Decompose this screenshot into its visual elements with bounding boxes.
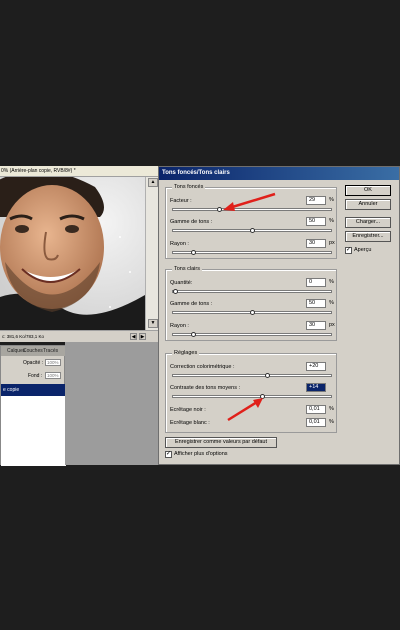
adjustments-group-label: Réglages <box>172 350 200 357</box>
shadows-radius-input[interactable]: 30 <box>306 239 326 248</box>
highlights-tonal-slider[interactable] <box>172 310 332 315</box>
color-correction-slider[interactable] <box>172 373 332 378</box>
color-correction-label: Correction colorimétrique : <box>170 364 235 370</box>
layers-list <box>1 396 66 466</box>
black-clip-label: Ecrêtage noir : <box>170 407 206 413</box>
shadows-tonal-unit: % <box>329 218 334 224</box>
shadows-amount-unit: % <box>329 197 334 203</box>
slider-thumb[interactable] <box>249 310 255 315</box>
dialog-title: Tons foncés/Tons clairs <box>159 167 399 180</box>
document-size-text: c: 381,6 Ko/783,1 Ko <box>2 334 45 339</box>
cancel-button[interactable]: Annuler <box>345 199 391 210</box>
shadows-radius-label: Rayon : <box>170 241 189 247</box>
shadows-amount-label: Facteur : <box>170 198 192 204</box>
highlights-amount-slider[interactable] <box>172 289 332 294</box>
save-button[interactable]: Enregistrer... <box>345 231 391 242</box>
document-status-bar: c: 381,6 Ko/783,1 Ko ◀ ▶ <box>0 330 160 342</box>
shadows-tonal-input[interactable]: 50 <box>306 217 326 226</box>
fill-input[interactable]: 100% <box>45 372 61 379</box>
scroll-up-icon[interactable]: ▲ <box>148 178 158 187</box>
portrait-photo <box>0 170 145 330</box>
slider-thumb[interactable] <box>264 373 270 378</box>
highlights-radius-label: Rayon : <box>170 323 189 329</box>
layers-tabbar: Calques Couches Tracés <box>1 346 66 356</box>
opacity-label: Opacité : <box>23 360 44 366</box>
load-button[interactable]: Charger... <box>345 217 391 228</box>
red-arrow-icon <box>227 398 263 422</box>
highlights-tonal-unit: % <box>329 300 334 306</box>
shadows-amount-input[interactable]: 29 <box>306 196 326 205</box>
more-options-label: Afficher plus d'options <box>174 451 228 457</box>
tab-traces[interactable]: Tracés <box>41 347 60 356</box>
save-as-defaults-button[interactable]: Enregistrer comme valeurs par défaut <box>165 437 277 448</box>
highlights-radius-input[interactable]: 30 <box>306 321 326 330</box>
highlights-group: Tons clairs Quantité: 0 % Gamme de tons … <box>165 266 337 341</box>
slider-thumb[interactable] <box>191 250 197 255</box>
more-options-checkbox[interactable]: ✓ <box>165 451 172 458</box>
midtone-contrast-input[interactable]: +14 <box>306 383 326 392</box>
highlights-tonal-label: Gamme de tons : <box>170 301 213 307</box>
slider-thumb[interactable] <box>191 332 197 337</box>
highlights-group-label: Tons clairs <box>172 266 202 273</box>
selected-layer[interactable]: e copie <box>1 384 66 396</box>
shadows-tonal-slider[interactable] <box>172 228 332 233</box>
fill-row: Fond : 100% <box>1 371 66 381</box>
color-correction-input[interactable]: +20 <box>306 362 326 371</box>
shadows-radius-slider[interactable] <box>172 250 332 255</box>
highlights-radius-slider[interactable] <box>172 332 332 337</box>
opacity-row: Opacité : 100% <box>1 358 66 368</box>
slider-thumb[interactable] <box>249 228 255 233</box>
highlights-radius-unit: px <box>329 322 335 328</box>
portrait-image <box>0 170 145 330</box>
shadows-highlights-dialog: Tons foncés/Tons clairs Tons foncés Fact… <box>158 166 400 465</box>
slider-thumb[interactable] <box>173 289 178 294</box>
highlights-amount-unit: % <box>329 279 334 285</box>
preview-label: Aperçu <box>354 247 372 253</box>
black-clip-input[interactable]: 0,01 <box>306 405 326 414</box>
opacity-input[interactable]: 100% <box>45 359 61 366</box>
highlights-tonal-input[interactable]: 50 <box>306 299 326 308</box>
shadows-group-label: Tons foncés <box>172 184 206 191</box>
black-clip-unit: % <box>329 406 334 412</box>
white-clip-label: Ecrêtage blanc : <box>170 420 210 426</box>
shadows-radius-unit: px <box>329 240 335 246</box>
layers-panel: Calques Couches Tracés Opacité : 100% Fo… <box>0 345 66 466</box>
red-arrow-icon <box>223 192 276 211</box>
shadows-tonal-label: Gamme de tons : <box>170 219 213 225</box>
white-clip-unit: % <box>329 419 334 425</box>
midtone-contrast-label: Contraste des tons moyens : <box>170 385 241 391</box>
workspace-background <box>65 342 160 465</box>
ok-button[interactable]: OK <box>345 185 391 196</box>
preview-checkbox[interactable]: ✓ <box>345 247 352 254</box>
scroll-down-icon[interactable]: ▼ <box>148 319 158 328</box>
document-window: 0% (Arrière-plan copie, RVB/8#) * ▲ ▼ c:… <box>0 166 160 342</box>
nav-left-icon[interactable]: ◀ <box>130 333 137 340</box>
highlights-amount-label: Quantité: <box>170 280 193 286</box>
highlights-amount-input[interactable]: 0 <box>306 278 326 287</box>
screenshot-stage: 0% (Arrière-plan copie, RVB/8#) * ▲ ▼ c:… <box>0 0 400 630</box>
document-title: 0% (Arrière-plan copie, RVB/8#) * <box>0 166 160 177</box>
nav-right-icon[interactable]: ▶ <box>139 333 146 340</box>
fill-label: Fond : <box>28 373 43 379</box>
white-clip-input[interactable]: 0,01 <box>306 418 326 427</box>
